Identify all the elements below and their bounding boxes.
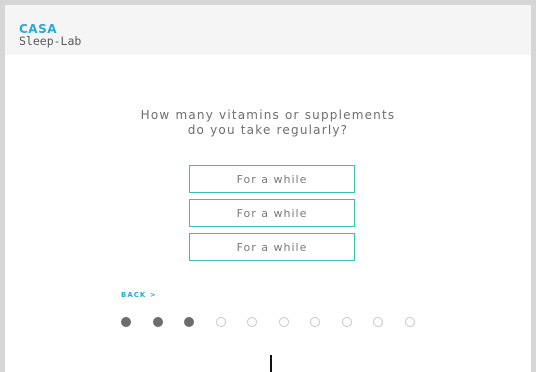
app-frame: CASA Sleep-Lab How many vitamins or supp… (5, 5, 531, 372)
text-cursor (270, 355, 272, 372)
progress-dot-pending (341, 317, 352, 327)
progress-dot-pending (247, 317, 257, 327)
progress-dot-completed (184, 317, 194, 327)
progress-dot-completed (152, 317, 163, 327)
progress-dot-pending (278, 317, 289, 327)
question-line-1: How many vitamins or supplements (140, 108, 396, 122)
logo-sleep-lab: Sleep-Lab (19, 34, 82, 48)
top-bar: CASA Sleep-Lab (5, 5, 531, 55)
progress-dot-completed (121, 317, 131, 327)
progress-dots (121, 317, 415, 327)
answer-option-2[interactable]: For a while (189, 199, 355, 227)
progress-dot-pending (215, 317, 226, 327)
back-link[interactable]: BACK > (121, 291, 157, 299)
progress-dot-pending (404, 317, 415, 327)
progress-dot-pending (373, 317, 383, 327)
answer-options: For a while For a while For a while (189, 165, 355, 267)
logo[interactable]: CASA Sleep-Lab (19, 23, 81, 48)
answer-option-1[interactable]: For a while (189, 165, 355, 193)
progress-dot-pending (310, 317, 320, 327)
question-text: How many vitamins or supplements do you … (5, 108, 531, 138)
question-line-2: do you take regularly? (187, 123, 349, 137)
answer-option-3[interactable]: For a while (189, 233, 355, 261)
